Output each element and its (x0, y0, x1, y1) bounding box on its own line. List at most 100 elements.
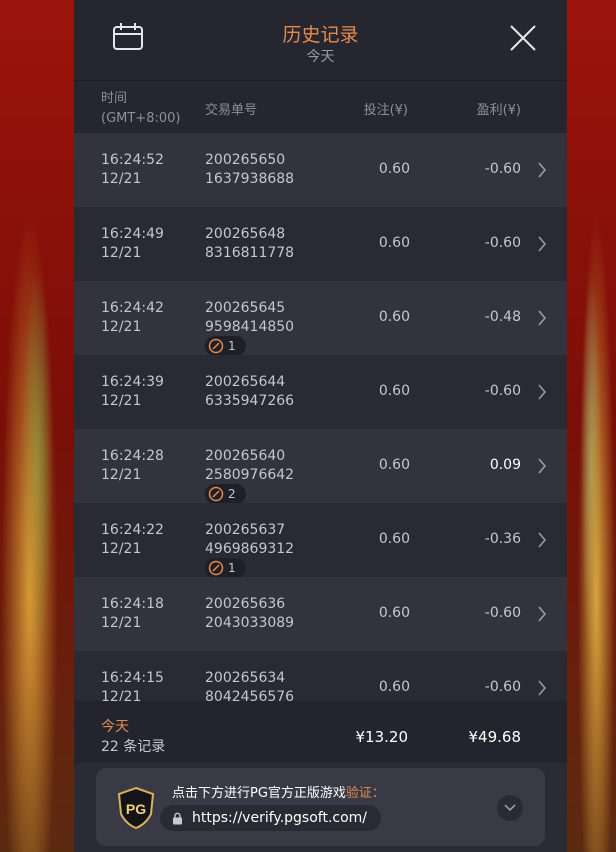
row-bet: 0.60 (378, 457, 410, 473)
row-datetime: 16:24:15 12/21 (101, 669, 164, 701)
column-time-label: 时间 (101, 91, 128, 106)
row-time: 16:24:15 (101, 670, 164, 686)
chevron-right-icon (538, 162, 547, 178)
row-id-line1: 200265644 (205, 374, 286, 390)
badge-count: 1 (228, 561, 236, 575)
row-id-line1: 200265637 (205, 522, 286, 538)
expand-button[interactable] (497, 795, 523, 821)
verify-text-main: 点击下方进行PG官方正版游戏 (172, 786, 346, 801)
row-profit: -0.60 (484, 679, 521, 695)
row-transaction-id: 200265645 9598414850 (205, 299, 294, 337)
verify-text: 点击下方进行PG官方正版游戏验证： (172, 782, 385, 801)
row-profit: -0.60 (484, 605, 521, 621)
row-datetime: 16:24:22 12/21 (101, 521, 164, 559)
free-spin-badge: 1 (205, 558, 246, 578)
verify-url-text: https://verify.pgsoft.com/ (192, 810, 368, 826)
row-time: 16:24:22 (101, 522, 164, 538)
summary-total-profit: ¥49.68 (468, 728, 522, 746)
row-id-line2: 8042456576 (205, 689, 295, 701)
row-id-line1: 200265634 (205, 670, 286, 686)
row-id-line2: 9598414850 (205, 319, 295, 335)
row-id-line1: 200265650 (205, 152, 286, 168)
row-transaction-id: 200265637 4969869312 (205, 521, 294, 559)
row-bet: 0.60 (378, 161, 410, 177)
verify-text-accent: 验证： (345, 786, 385, 801)
row-id-line2: 8316811778 (205, 245, 295, 261)
row-transaction-id: 200265650 1637938688 (205, 151, 294, 189)
row-date: 12/21 (101, 393, 142, 409)
chevron-right-icon (538, 310, 547, 326)
history-row[interactable]: 16:24:39 12/21 200265644 6335947266 0.60 -… (74, 355, 567, 429)
row-time: 16:24:18 (101, 596, 164, 612)
column-transaction-id: 交易单号 (205, 103, 258, 118)
column-header: 时间 (GMT+8:00) 交易单号 投注(¥) 盈利(¥) (74, 81, 567, 133)
history-row[interactable]: 16:24:22 12/21 200265637 4969869312 1 0.60… (74, 503, 567, 578)
column-time-zone: (GMT+8:00) (101, 111, 181, 126)
row-datetime: 16:24:18 12/21 (101, 595, 164, 633)
pg-logo: PG (117, 786, 155, 830)
row-date: 12/21 (101, 541, 142, 557)
summary-footer: 今天 22 条记录 ¥13.20 ¥49.68 (74, 701, 567, 763)
history-row[interactable]: 16:24:42 12/21 200265645 9598414850 1 0.60… (74, 281, 567, 356)
free-spin-icon (208, 486, 224, 502)
chevron-right-icon (538, 680, 547, 696)
row-profit: -0.48 (484, 309, 521, 325)
page-subtitle: 今天 (306, 49, 335, 65)
row-id-line1: 200265648 (205, 226, 286, 242)
row-transaction-id: 200265648 8316811778 (205, 225, 294, 263)
row-profit: 0.09 (489, 457, 521, 473)
row-datetime: 16:24:28 12/21 (101, 447, 164, 485)
row-bet: 0.60 (378, 531, 410, 547)
summary-total-bet: ¥13.20 (355, 728, 409, 746)
row-date: 12/21 (101, 467, 142, 483)
history-row[interactable]: 16:24:52 12/21 200265650 1637938688 0.60 -… (74, 133, 567, 207)
page-title: 历史记录 (282, 24, 359, 46)
row-profit: -0.36 (484, 531, 521, 547)
free-spin-icon (208, 338, 224, 354)
history-row[interactable]: 16:24:15 12/21 200265634 8042456576 0.60 -… (74, 651, 567, 701)
row-bet: 0.60 (378, 383, 410, 399)
background-right (567, 0, 616, 852)
background-left (0, 0, 74, 852)
row-id-line2: 1637938688 (205, 171, 295, 187)
row-date: 12/21 (101, 615, 142, 631)
row-id-line1: 200265640 (205, 448, 286, 464)
row-profit: -0.60 (484, 235, 521, 251)
history-list: 16:24:52 12/21 200265650 1637938688 0.60 -… (74, 133, 567, 701)
free-spin-badge: 2 (205, 484, 246, 504)
free-spin-icon (208, 560, 224, 576)
history-row[interactable]: 16:24:28 12/21 200265640 2580976642 2 0.60… (74, 429, 567, 504)
summary-count: 22 条记录 (101, 739, 166, 755)
badge-count: 2 (228, 487, 236, 501)
row-id-line2: 6335947266 (205, 393, 295, 409)
chevron-right-icon (538, 532, 547, 548)
row-id-line1: 200265645 (205, 300, 286, 316)
close-icon[interactable] (509, 24, 537, 52)
row-time: 16:24:42 (101, 300, 164, 316)
row-date: 12/21 (101, 689, 142, 701)
summary-period: 今天 (101, 719, 129, 735)
free-spin-badge: 1 (205, 336, 246, 356)
verify-banner: PG 点击下方进行PG官方正版游戏验证： https://verify.pgso… (96, 768, 545, 846)
chevron-right-icon (538, 384, 547, 400)
history-row[interactable]: 16:24:49 12/21 200265648 8316811778 0.60 -… (74, 207, 567, 281)
row-profit: -0.60 (484, 383, 521, 399)
row-id-line1: 200265636 (205, 596, 286, 612)
verify-url-link[interactable]: https://verify.pgsoft.com/ (160, 805, 382, 831)
svg-text:PG: PG (126, 801, 146, 817)
top-bar: 历史记录 今天 (74, 0, 567, 81)
chevron-right-icon (538, 458, 547, 474)
row-transaction-id: 200265634 8042456576 (205, 669, 294, 701)
row-id-line2: 2043033089 (205, 615, 295, 631)
row-profit: -0.60 (484, 161, 521, 177)
row-date: 12/21 (101, 319, 142, 335)
row-datetime: 16:24:52 12/21 (101, 151, 164, 189)
row-date: 12/21 (101, 245, 142, 261)
history-row[interactable]: 16:24:18 12/21 200265636 2043033089 0.60 -… (74, 577, 567, 651)
lock-icon (173, 812, 182, 824)
row-date: 12/21 (101, 171, 142, 187)
chevron-right-icon (538, 236, 547, 252)
badge-count: 1 (228, 339, 236, 353)
row-datetime: 16:24:49 12/21 (101, 225, 164, 263)
column-time: 时间 (GMT+8:00) (101, 89, 180, 129)
